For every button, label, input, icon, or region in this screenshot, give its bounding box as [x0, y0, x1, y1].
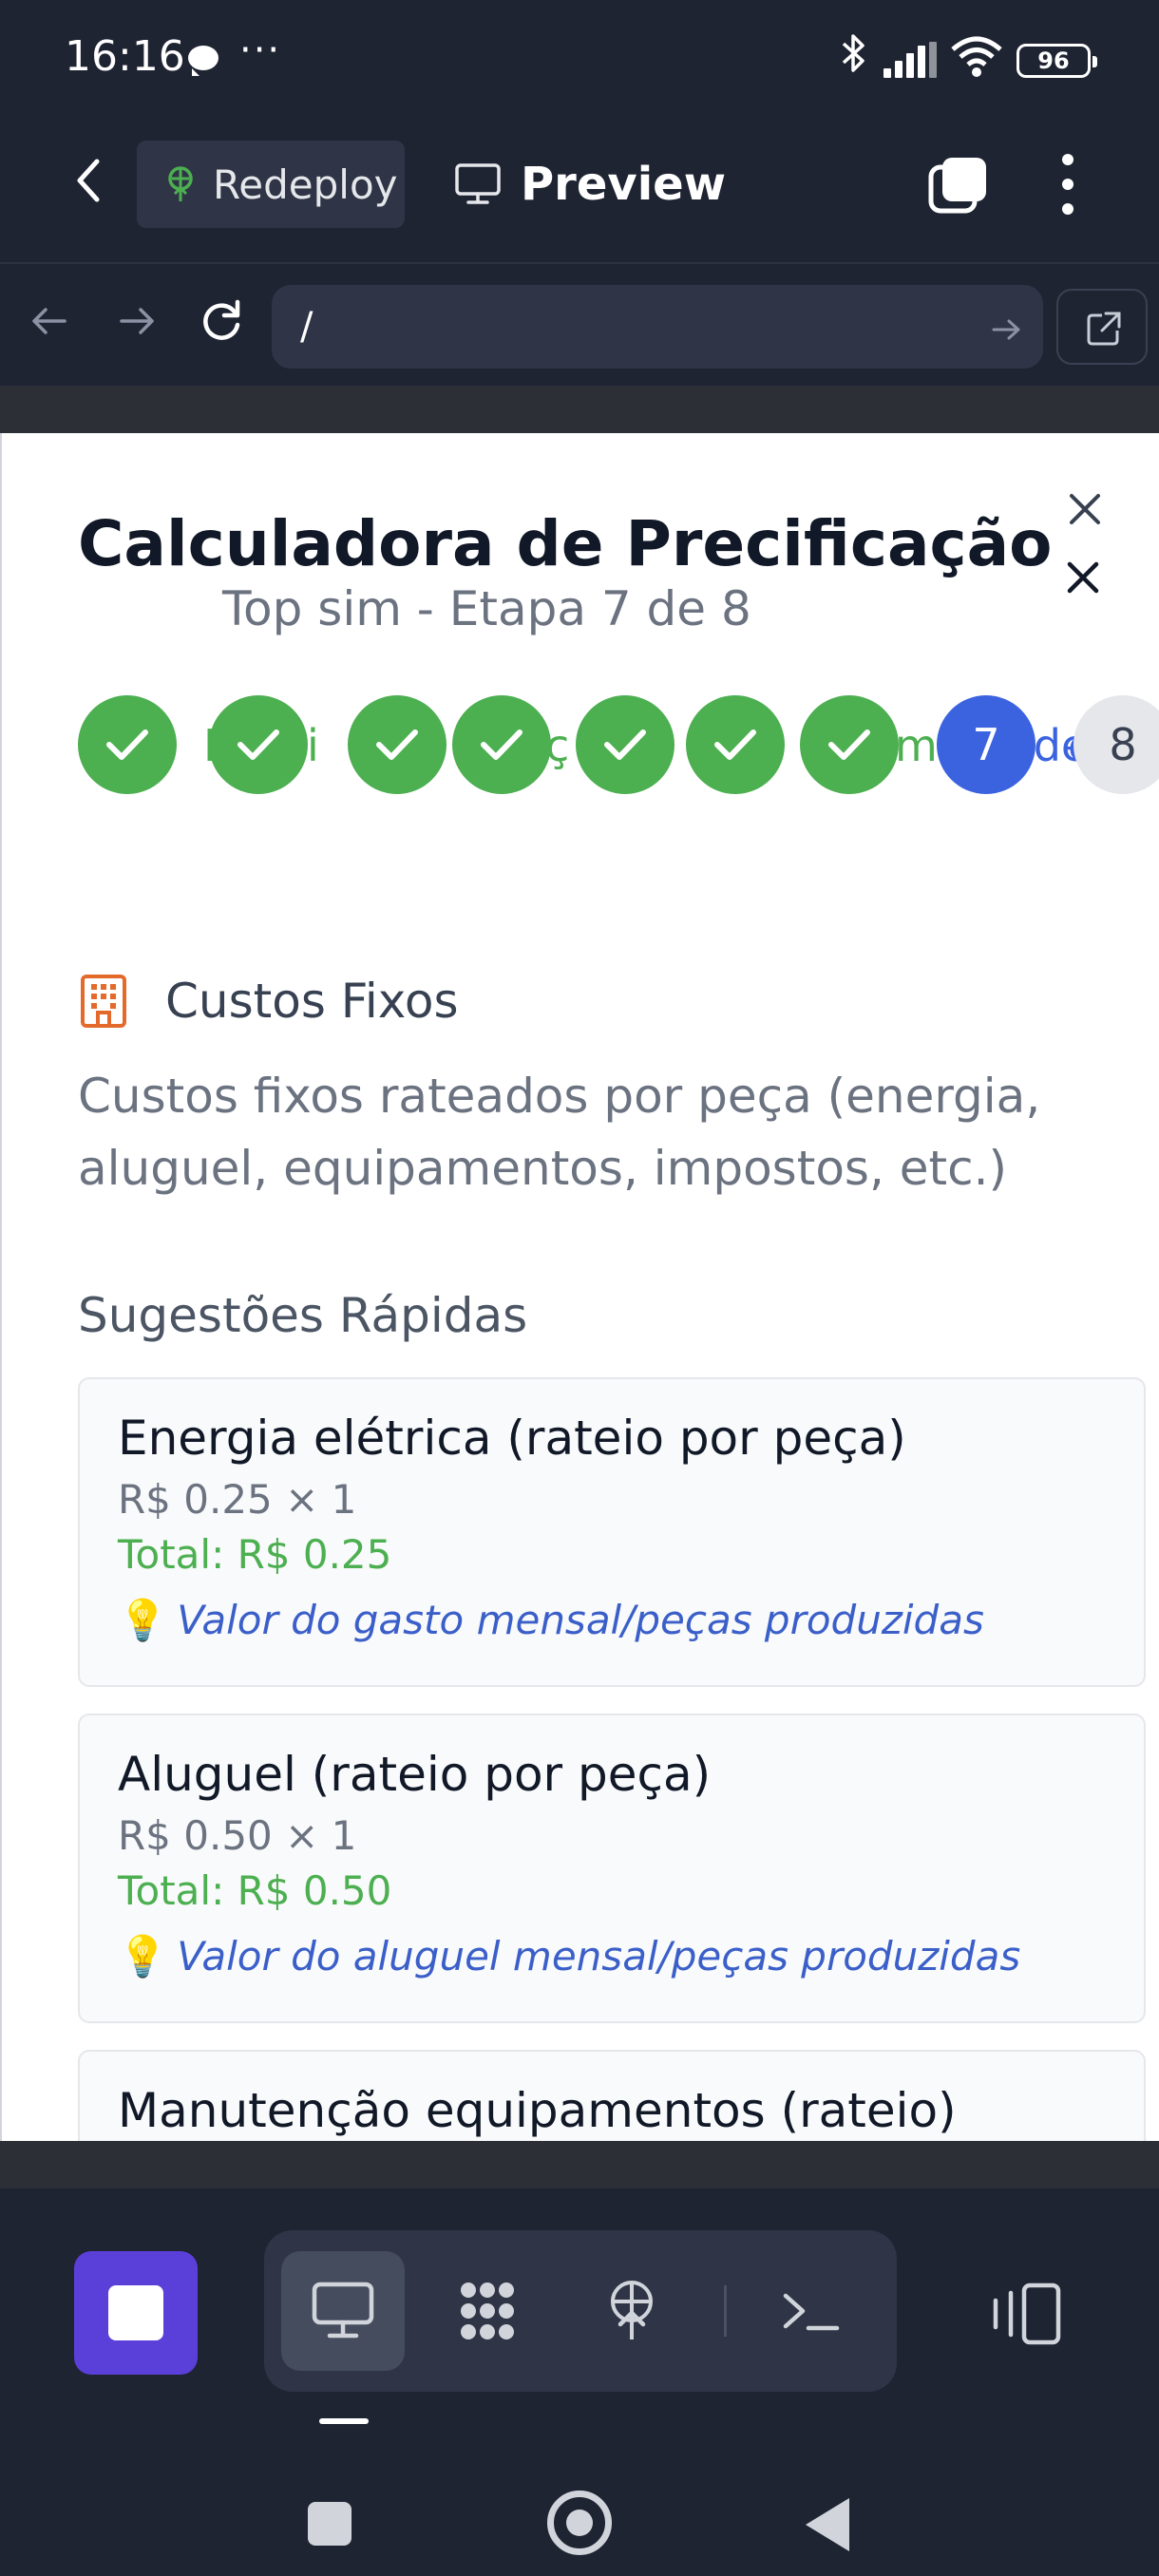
suggestion-name: Energia elétrica (rateio por peça)	[118, 1411, 906, 1466]
modal-title: Calculadora de Precificação	[78, 507, 1053, 580]
terminal-icon	[783, 2293, 840, 2331]
stop-button[interactable]	[74, 2251, 198, 2375]
stop-icon	[108, 2285, 163, 2340]
go-arrow-icon[interactable]	[990, 312, 1022, 344]
step-5-done[interactable]	[576, 695, 674, 794]
monitor-icon	[454, 162, 502, 206]
close-icon[interactable]	[1066, 490, 1104, 528]
chat-notification-icon	[188, 46, 218, 76]
browser-forward-icon[interactable]	[108, 293, 165, 350]
check-icon	[481, 729, 522, 760]
deploy-icon	[611, 2281, 653, 2339]
wifi-icon	[950, 34, 1003, 78]
building-icon	[78, 973, 129, 1030]
signal-icon	[884, 42, 937, 78]
reload-icon[interactable]	[194, 293, 251, 350]
step-1-done[interactable]	[78, 695, 177, 794]
suggestion-name: Aluguel (rateio por peça)	[118, 1747, 712, 1802]
step-pending[interactable]: 8	[1074, 695, 1159, 794]
section-title: Custos Fixos	[165, 974, 459, 1029]
quick-suggestions-title: Sugestões Rápidas	[78, 1288, 528, 1343]
status-bar: 16:16 ··· 96	[0, 0, 1159, 114]
tool-group	[264, 2230, 897, 2392]
suggestion-total: Total: R$ 0.25	[118, 1531, 392, 1578]
apps-tool-button[interactable]	[426, 2251, 549, 2371]
check-icon	[714, 729, 756, 760]
page-top-strip	[0, 386, 1159, 433]
bottom-toolbar	[0, 2188, 1159, 2576]
terminal-tool-button[interactable]	[749, 2251, 872, 2371]
suggestion-card[interactable]: Manutenção equipamentos (rateio)	[78, 2050, 1146, 2141]
back-icon[interactable]	[63, 152, 120, 209]
step-7-done[interactable]	[800, 695, 899, 794]
deploy-tool-button[interactable]	[570, 2251, 694, 2371]
more-options-icon[interactable]	[1049, 154, 1087, 217]
open-external-button[interactable]	[1056, 289, 1148, 365]
preview-tool-button[interactable]	[281, 2251, 405, 2371]
suggestion-calc: R$ 0.25 × 1	[118, 1476, 357, 1523]
monitor-icon	[312, 2282, 374, 2339]
check-icon	[604, 729, 646, 760]
check-icon	[238, 729, 279, 760]
check-icon	[376, 729, 418, 760]
suggestion-tip: 💡 Valor do aluguel mensal/peças produzida…	[118, 1926, 1144, 1987]
step-3-done[interactable]	[348, 695, 446, 794]
tabs-icon[interactable]	[927, 154, 990, 217]
redeploy-label: Redeploy	[213, 161, 398, 208]
url-text: /	[300, 305, 314, 349]
status-time: 16:16	[65, 32, 185, 81]
external-link-icon	[1087, 312, 1121, 346]
battery-indicator: 96	[1016, 44, 1097, 78]
check-icon	[828, 729, 870, 760]
toolbar-separator	[724, 2285, 727, 2337]
section-description: Custos fixos rateados por peça (energia,…	[78, 1069, 1041, 1196]
section-header: Custos Fixos	[78, 973, 459, 1030]
more-notifications-icon: ···	[239, 28, 282, 72]
step-6-done[interactable]	[686, 695, 785, 794]
url-bar: /	[0, 264, 1159, 386]
home-indicator	[319, 2418, 369, 2424]
deploy-icon	[162, 165, 200, 203]
step-label: m	[895, 720, 938, 771]
app-header: Redeploy Preview	[0, 114, 1159, 262]
bluetooth-icon	[840, 32, 868, 84]
preview-label: Preview	[521, 158, 727, 211]
pricing-calculator-modal: Calculadora de Precificação Top sim - Et…	[0, 433, 1159, 2141]
redeploy-button[interactable]: Redeploy	[137, 141, 405, 228]
modal-subtitle: Top sim - Etapa 7 de 8	[222, 581, 751, 636]
suggestion-total: Total: R$ 0.50	[118, 1867, 392, 1914]
check-icon	[106, 729, 148, 760]
suggestion-calc: R$ 0.50 × 1	[118, 1812, 357, 1859]
close-icon[interactable]	[1064, 559, 1102, 597]
step-indicator: M ali o d ç a ç m Mde e 7 8	[78, 695, 1159, 798]
suggestion-name: Manutenção equipamentos (rateio)	[118, 2083, 957, 2138]
home-icon[interactable]	[547, 2491, 612, 2555]
apps-icon	[461, 2282, 514, 2339]
suggestion-tip: 💡 Valor do gasto mensal/peças produzidas	[118, 1590, 1144, 1651]
lightbulb-icon: 💡	[118, 1933, 168, 1979]
step-4-done[interactable]	[452, 695, 551, 794]
url-input[interactable]: /	[272, 285, 1043, 369]
panels-icon[interactable]	[988, 2280, 1064, 2348]
preview-tab[interactable]: Preview	[454, 141, 726, 228]
suggestion-tip-text: Valor do aluguel mensal/peças produzidas	[177, 1933, 1021, 1979]
suggestion-tip-text: Valor do gasto mensal/peças produzidas	[177, 1597, 984, 1643]
recent-apps-icon[interactable]	[308, 2502, 352, 2546]
step-2-done[interactable]	[209, 695, 308, 794]
lightbulb-icon: 💡	[118, 1597, 168, 1643]
system-back-icon[interactable]	[806, 2498, 849, 2551]
browser-back-icon[interactable]	[21, 293, 78, 350]
suggestion-card[interactable]: Aluguel (rateio por peça) R$ 0.50 × 1 To…	[78, 1714, 1146, 2023]
suggestion-card[interactable]: Energia elétrica (rateio por peça) R$ 0.…	[78, 1377, 1146, 1687]
page-bottom-strip	[0, 2141, 1159, 2188]
step-current[interactable]: 7	[937, 695, 1036, 794]
